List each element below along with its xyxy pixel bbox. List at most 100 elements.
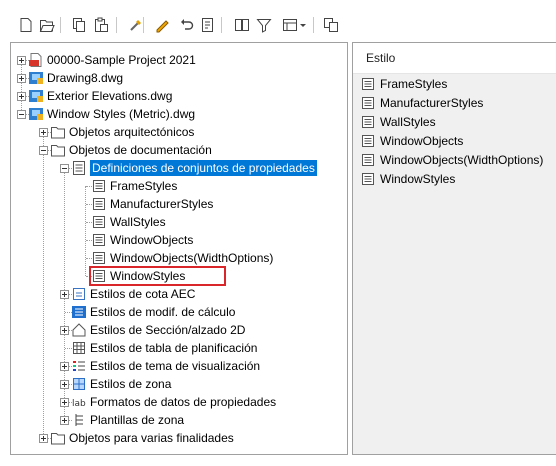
tree-item[interactable]: Estilos de zona bbox=[71, 375, 171, 393]
properties-button[interactable] bbox=[233, 16, 251, 34]
expand-icon[interactable] bbox=[60, 380, 69, 389]
expand-icon[interactable] bbox=[17, 74, 26, 83]
folder-icon bbox=[50, 124, 66, 140]
list-item-label: WindowObjects(WidthOptions) bbox=[380, 153, 544, 167]
list-item[interactable]: WindowStyles bbox=[360, 170, 455, 188]
undo-button[interactable] bbox=[178, 16, 196, 34]
toolbar-separator bbox=[116, 17, 117, 33]
highlight-box bbox=[89, 266, 226, 286]
column-header-estilo[interactable]: Estilo bbox=[353, 43, 556, 74]
tree-item[interactable]: WindowObjects bbox=[91, 231, 193, 249]
tree-item-label: Estilos de zona bbox=[90, 377, 172, 391]
drawing-icon bbox=[28, 106, 44, 122]
tree-item[interactable]: Estilos de modif. de cálculo bbox=[71, 303, 235, 321]
collapse-icon[interactable] bbox=[60, 164, 69, 173]
properties-icon bbox=[234, 17, 250, 33]
collapse-icon[interactable] bbox=[39, 146, 48, 155]
tree-item-label: Window Styles (Metric).dwg bbox=[47, 107, 196, 121]
tree-item[interactable]: Estilos de tema de visualización bbox=[71, 357, 260, 375]
tree-item-label: Exterior Elevations.dwg bbox=[47, 89, 173, 103]
tree-item-label: WallStyles bbox=[110, 215, 166, 229]
list-item[interactable]: WindowObjects(WidthOptions) bbox=[360, 151, 543, 169]
dropdown-button[interactable] bbox=[299, 16, 307, 34]
expand-icon[interactable] bbox=[60, 362, 69, 371]
open-button[interactable] bbox=[38, 16, 56, 34]
collapse-icon[interactable] bbox=[17, 110, 26, 119]
paste-button[interactable] bbox=[92, 16, 110, 34]
drawing-icon bbox=[28, 88, 44, 104]
tree-item[interactable]: Estilos de tabla de planificación bbox=[71, 339, 257, 357]
toolbar-separator bbox=[143, 17, 144, 33]
list-item[interactable]: FrameStyles bbox=[360, 75, 447, 93]
expand-icon[interactable] bbox=[17, 56, 26, 65]
tree-item[interactable]: Plantillas de zona bbox=[71, 411, 184, 429]
tree-item[interactable]: Drawing8.dwg bbox=[28, 69, 123, 87]
theme-icon bbox=[71, 358, 87, 374]
filter-icon bbox=[256, 17, 272, 33]
toolbar bbox=[0, 0, 556, 40]
style-doc-icon bbox=[360, 133, 376, 149]
style-doc-icon bbox=[360, 95, 376, 111]
dimension-icon bbox=[71, 286, 87, 302]
tree-item[interactable]: lab Formatos de datos de propiedades bbox=[71, 393, 276, 411]
duplicate-button[interactable] bbox=[322, 16, 340, 34]
tree-item-label: Plantillas de zona bbox=[90, 413, 185, 427]
tree-item[interactable]: Objetos para varias finalidades bbox=[50, 429, 234, 447]
tree-item[interactable]: WallStyles bbox=[91, 213, 166, 231]
tree-item-label: Estilos de tabla de planificación bbox=[90, 341, 258, 355]
tree-item[interactable]: Objetos de documentación bbox=[50, 141, 212, 159]
expand-icon[interactable] bbox=[60, 326, 69, 335]
tree-item[interactable]: Estilos de Sección/alzado 2D bbox=[71, 321, 245, 339]
expand-icon[interactable] bbox=[39, 128, 48, 137]
edit-button[interactable] bbox=[153, 16, 171, 34]
expand-icon[interactable] bbox=[17, 92, 26, 101]
list-pane[interactable]: Estilo FrameStyles ManufacturerStyles Wall… bbox=[352, 42, 556, 455]
list-item-label: WindowObjects bbox=[380, 134, 464, 148]
style-doc-icon bbox=[91, 232, 107, 248]
style-doc-icon bbox=[360, 76, 376, 92]
expand-icon[interactable] bbox=[60, 416, 69, 425]
new-icon bbox=[18, 17, 34, 33]
svg-text:lab: lab bbox=[72, 399, 86, 409]
tree-item[interactable]: Window Styles (Metric).dwg bbox=[28, 105, 195, 123]
table-icon bbox=[71, 340, 87, 356]
tree-item[interactable]: ManufacturerStyles bbox=[91, 195, 213, 213]
copy-icon bbox=[71, 17, 87, 33]
section-icon bbox=[71, 322, 87, 338]
tree-item[interactable]: WindowObjects(WidthOptions) bbox=[91, 249, 273, 267]
edit-style-button[interactable] bbox=[199, 16, 217, 34]
list-item[interactable]: WallStyles bbox=[360, 113, 436, 131]
folder-icon bbox=[50, 430, 66, 446]
tree-item-label: 00000-Sample Project 2021 bbox=[47, 53, 196, 67]
purge-icon bbox=[128, 17, 144, 33]
tree-item[interactable]: Exterior Elevations.dwg bbox=[28, 87, 172, 105]
list-item-label: FrameStyles bbox=[380, 77, 448, 91]
new-button[interactable] bbox=[17, 16, 35, 34]
tree-item[interactable]: FrameStyles bbox=[91, 177, 177, 195]
tree-item-label: Estilos de modif. de cálculo bbox=[90, 305, 236, 319]
tree-item-label: Objetos para varias finalidades bbox=[69, 431, 234, 445]
tree-item-label: Drawing8.dwg bbox=[47, 71, 124, 85]
list-item[interactable]: WindowObjects bbox=[360, 132, 463, 150]
filter-button[interactable] bbox=[255, 16, 273, 34]
tree-item[interactable]: Estilos de cota AEC bbox=[71, 285, 195, 303]
list-item[interactable]: ManufacturerStyles bbox=[360, 94, 483, 112]
style-doc-icon bbox=[360, 152, 376, 168]
pdf-project-icon bbox=[28, 52, 44, 68]
tree-item-label: WindowObjects bbox=[110, 233, 194, 247]
duplicate-icon bbox=[323, 17, 339, 33]
open-icon bbox=[39, 17, 55, 33]
tree-pane[interactable]: 00000-Sample Project 2021 Drawing8.dwg Ext… bbox=[10, 42, 348, 455]
expand-icon[interactable] bbox=[60, 398, 69, 407]
tree-item-label: WindowObjects(WidthOptions) bbox=[110, 251, 274, 265]
folder-icon bbox=[50, 142, 66, 158]
expand-icon[interactable] bbox=[60, 290, 69, 299]
view-button[interactable] bbox=[281, 16, 299, 34]
tree-item[interactable]: Objetos arquitectónicos bbox=[50, 123, 194, 141]
expand-icon[interactable] bbox=[39, 434, 48, 443]
tree-item[interactable]: Definiciones de conjuntos de propiedades bbox=[71, 159, 317, 177]
tree-item[interactable]: 00000-Sample Project 2021 bbox=[28, 51, 196, 69]
copy-button[interactable] bbox=[70, 16, 88, 34]
style-doc-icon bbox=[91, 250, 107, 266]
column-header-label: Estilo bbox=[366, 51, 396, 65]
